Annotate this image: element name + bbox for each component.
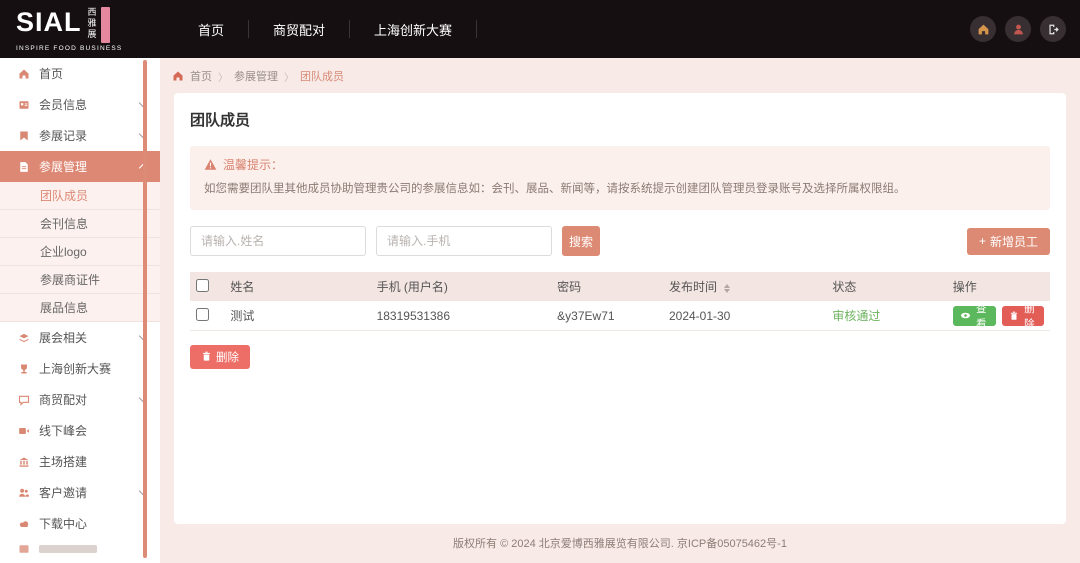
footer-copyright: 版权所有 © 2024 北京爱博西雅展览有限公司. 京ICP备05075462号… <box>160 524 1080 563</box>
header-password: 密码 <box>551 272 663 301</box>
nav-home[interactable]: 首页 <box>174 0 248 58</box>
main-area: 首页 〉 参展管理 〉 团队成员 团队成员 温馨提示： 如您需要团队里其他成员协… <box>160 58 1080 563</box>
eye-icon <box>960 310 971 321</box>
cloud-download-icon <box>18 518 30 530</box>
select-all-checkbox[interactable] <box>196 279 209 292</box>
home-icon <box>18 68 30 80</box>
cell-name: 测试 <box>224 301 370 330</box>
trash-icon <box>201 351 212 362</box>
sidebar-item-company-logo[interactable]: 企业logo <box>0 238 160 266</box>
header-actions: 操作 <box>947 272 1050 301</box>
sidebar-item-customer-invitation[interactable]: 客户邀请 <box>0 477 160 508</box>
top-bar: SIAL 西雅展 INSPIRE FOOD BUSINESS 首页 商贸配对 上… <box>0 0 1080 58</box>
breadcrumb-item-exhibit-management[interactable]: 参展管理 <box>234 68 278 84</box>
square-icon <box>18 543 30 553</box>
name-search-input[interactable] <box>190 226 366 256</box>
id-card-icon <box>18 99 30 111</box>
breadcrumb-separator: 〉 <box>284 69 294 84</box>
brand-cn-text: 西雅展 <box>87 7 97 40</box>
warning-icon <box>204 158 217 171</box>
brand-text: SIAL <box>16 7 82 37</box>
table-header-row: 姓名 手机 (用户名) 密码 发布时间 状态 操作 <box>190 272 1050 301</box>
page-title: 团队成员 <box>190 109 1050 130</box>
sort-icon[interactable] <box>724 284 730 293</box>
sidebar: 首页 会员信息 参展记录 参展管理 团队成员 会刊信息 企业logo 参展商证件… <box>0 58 160 563</box>
layers-icon <box>18 332 30 344</box>
top-nav: 首页 商贸配对 上海创新大赛 <box>174 0 477 58</box>
user-icon[interactable] <box>1005 16 1031 42</box>
sidebar-item-home[interactable]: 首页 <box>0 58 160 89</box>
home-icon <box>172 70 184 82</box>
chat-icon <box>18 394 30 406</box>
content-card: 团队成员 温馨提示： 如您需要团队里其他成员协助管理贵公司的参展信息如：会刊、展… <box>174 93 1066 524</box>
trash-icon <box>1009 311 1019 321</box>
sidebar-item-exhibitor-badge[interactable]: 参展商证件 <box>0 266 160 294</box>
video-camera-icon <box>18 425 30 437</box>
breadcrumb-separator: 〉 <box>218 69 228 84</box>
sidebar-item-exhibit-info[interactable]: 展品信息 <box>0 294 160 322</box>
exhibit-management-submenu: 团队成员 会刊信息 企业logo 参展商证件 展品信息 <box>0 182 160 322</box>
cell-phone: 18319531386 <box>371 301 552 330</box>
sidebar-item-business-matching[interactable]: 商贸配对 <box>0 384 160 415</box>
cell-date: 2024-01-30 <box>663 301 826 330</box>
phone-search-input[interactable] <box>376 226 552 256</box>
sidebar-item-team-members[interactable]: 团队成员 <box>0 182 160 210</box>
sidebar-item-shanghai-innovation[interactable]: 上海创新大赛 <box>0 353 160 384</box>
header-publish-date[interactable]: 发布时间 <box>663 272 826 301</box>
status-badge: 审核通过 <box>826 301 946 330</box>
bank-icon <box>18 456 30 468</box>
cell-password: &y37Ew71 <box>551 301 663 330</box>
bookmark-icon <box>18 130 30 142</box>
header-name: 姓名 <box>224 272 370 301</box>
sidebar-item-partial[interactable] <box>0 539 160 553</box>
home-icon[interactable] <box>970 16 996 42</box>
sidebar-scrollbar[interactable] <box>143 60 147 558</box>
notice-body: 如您需要团队里其他成员协助管理贵公司的参展信息如：会刊、展品、新闻等，请按系统提… <box>204 181 1036 198</box>
header-status: 状态 <box>826 272 946 301</box>
sidebar-item-offline-summit[interactable]: 线下峰会 <box>0 415 160 446</box>
filter-bar: 搜索 + 新增员工 <box>190 226 1050 256</box>
header-phone: 手机 (用户名) <box>371 272 552 301</box>
logo[interactable]: SIAL 西雅展 INSPIRE FOOD BUSINESS <box>0 0 160 58</box>
sidebar-item-catalogue-info[interactable]: 会刊信息 <box>0 210 160 238</box>
team-members-table: 姓名 手机 (用户名) 密码 发布时间 状态 操作 测试 18319531386 <box>190 272 1050 331</box>
plus-icon: + <box>979 234 986 248</box>
notice-box: 温馨提示： 如您需要团队里其他成员协助管理贵公司的参展信息如：会刊、展品、新闻等… <box>190 146 1050 210</box>
nav-business-matching[interactable]: 商贸配对 <box>249 0 349 58</box>
sidebar-item-download-center[interactable]: 下载中心 <box>0 508 160 539</box>
sidebar-item-venue-construction[interactable]: 主场搭建 <box>0 446 160 477</box>
nav-shanghai-innovation[interactable]: 上海创新大赛 <box>350 0 476 58</box>
notice-title: 温馨提示： <box>223 156 283 173</box>
add-employee-button[interactable]: + 新增员工 <box>967 228 1050 255</box>
table-row: 测试 18319531386 &y37Ew71 2024-01-30 审核通过 … <box>190 301 1050 330</box>
logout-icon[interactable] <box>1040 16 1066 42</box>
users-icon <box>18 487 30 499</box>
nav-divider <box>476 20 477 38</box>
breadcrumb-item-home[interactable]: 首页 <box>190 68 212 84</box>
view-button[interactable]: 查看 <box>953 306 996 326</box>
brand-badge <box>101 7 110 43</box>
breadcrumb: 首页 〉 参展管理 〉 团队成员 <box>160 58 1080 93</box>
document-icon <box>18 161 30 173</box>
trophy-icon <box>18 363 30 375</box>
clipped-label <box>39 545 97 553</box>
bulk-delete-button[interactable]: 删除 <box>190 345 250 369</box>
row-checkbox[interactable] <box>196 308 209 321</box>
search-button[interactable]: 搜索 <box>562 226 600 256</box>
brand-tagline: INSPIRE FOOD BUSINESS <box>16 45 122 52</box>
sidebar-item-exhibit-management[interactable]: 参展管理 <box>0 151 160 182</box>
sidebar-item-member-info[interactable]: 会员信息 <box>0 89 160 120</box>
breadcrumb-item-team-members: 团队成员 <box>300 68 344 84</box>
delete-row-button[interactable]: 删除 <box>1002 306 1044 326</box>
sidebar-item-exhibit-records[interactable]: 参展记录 <box>0 120 160 151</box>
sidebar-item-expo-related[interactable]: 展会相关 <box>0 322 160 353</box>
